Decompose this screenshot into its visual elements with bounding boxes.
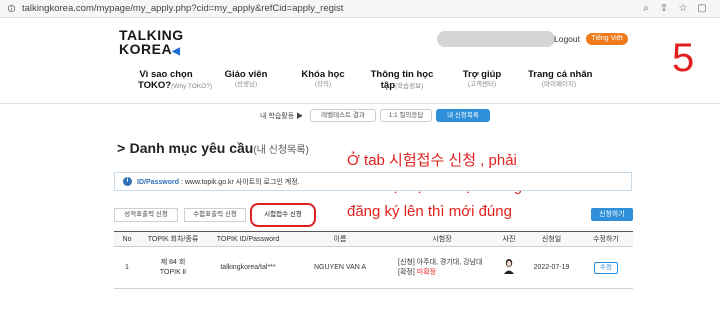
applicant-photo <box>503 257 515 274</box>
tab-score-report-request[interactable]: 성적표출력 신청 <box>114 208 178 222</box>
info-icon: i <box>123 177 132 186</box>
nav-item-sub: (Why TOKO?) <box>171 83 213 90</box>
nav-item-sub: (고객센터) <box>467 81 497 88</box>
cell-exam-site: [신청] 아주대, 경기대, 강남대 [확정] 미확정 <box>390 246 494 289</box>
nav-item-support[interactable]: Trợ giúp (고객센터) <box>460 69 504 90</box>
cell-photo <box>494 246 524 289</box>
col-header-id-password: TOPIK ID/Password <box>206 231 290 247</box>
bookmark-star-icon[interactable]: ☆ <box>677 3 689 15</box>
nav-item-my-page[interactable]: Trang cá nhân (마이페이지) <box>528 69 593 90</box>
logo-arrow-icon: ◀ <box>172 46 181 57</box>
info-icon[interactable] <box>8 4 15 13</box>
nav-item-study-info[interactable]: Thông tin học tập(학습정보) <box>370 69 434 92</box>
nav-item-label: Trợ giúp <box>462 69 502 80</box>
zoom-icon[interactable]: ⌕ <box>640 3 652 15</box>
col-header-date: 신청일 <box>524 231 579 247</box>
cell-round: 제 84 회 TOPIK Ⅱ <box>140 246 206 289</box>
tab-admission-ticket-request[interactable]: 수험표출력 신청 <box>184 208 246 222</box>
cell-id-password: talkingkorea/tal*** <box>206 246 290 289</box>
page-title-sub: (내 신청목록) <box>253 145 309 156</box>
col-header-no: No <box>114 231 140 247</box>
extension-icon[interactable]: ▢ <box>696 3 708 15</box>
annotation-line-1: Ở tab 시험접수 신청 , phải <box>347 152 517 169</box>
logo-line-2: KOREA <box>119 41 173 57</box>
page-title: > Danh mục yêu cầu(내 신청목록) <box>117 140 309 158</box>
col-header-edit: 수정하기 <box>579 231 633 247</box>
cell-name: NGUYEN VAN A <box>290 246 390 289</box>
page-title-main: Danh mục yêu cầu <box>129 140 254 156</box>
subnav-arrow-icon: ▶ <box>296 113 304 120</box>
header-divider <box>0 103 720 104</box>
nav-item-label: Trang cá nhân <box>528 69 593 80</box>
nav-item-teachers[interactable]: Giáo viên (선생님) <box>222 69 270 90</box>
nav-item-courses[interactable]: Khóa học (강의) <box>300 69 346 90</box>
application-table: No TOPIK 회차/종류 TOPIK ID/Password 이름 시험장 … <box>114 231 633 289</box>
col-header-name: 이름 <box>290 231 390 247</box>
main-nav: Vì sao chọn TOKO?(Why TOKO?) Giáo viên (… <box>0 69 720 99</box>
edit-button[interactable]: 수정 <box>594 261 618 274</box>
nav-item-label: Vì sao chọn <box>139 69 193 80</box>
share-icon[interactable]: ⇪ <box>658 3 670 15</box>
exam-site-requested: [신청] 아주대, 경기대, 강남대 <box>398 258 483 266</box>
col-header-exam-site: 시험장 <box>390 231 494 247</box>
browser-address-bar[interactable]: talkingkorea.com/mypage/my_apply.php?cid… <box>0 0 720 18</box>
subnav-qna[interactable]: 1:1 질의응답 <box>380 109 432 122</box>
user-name-blurred <box>437 31 555 47</box>
logout-link[interactable]: Logout <box>554 34 580 44</box>
round-number: 제 84 회 <box>160 258 186 266</box>
title-chevron-icon: > <box>117 140 126 156</box>
cell-edit: 수정 <box>579 246 633 289</box>
table-header-row: No TOPIK 회차/종류 TOPIK ID/Password 이름 시험장 … <box>114 231 633 247</box>
url-text[interactable]: talkingkorea.com/mypage/my_apply.php?cid… <box>22 3 343 14</box>
tab-exam-registration-request[interactable]: 시험접수 신청 <box>250 203 316 227</box>
confirm-status: 미확정 <box>416 268 437 276</box>
info-label: ID/Password <box>137 179 180 186</box>
annotation-line-3: đăng ký lên thì mới đúng <box>347 203 512 220</box>
nav-item-why-toko[interactable]: Vì sao chọn TOKO?(Why TOKO?) <box>138 69 212 92</box>
cell-no: 1 <box>114 246 140 289</box>
col-header-photo: 사진 <box>494 231 524 247</box>
topik-level: TOPIK Ⅱ <box>159 268 187 276</box>
subnav-my-applications[interactable]: 내 신청목록 <box>436 109 490 122</box>
confirm-label: [확정] <box>398 268 415 276</box>
apply-button[interactable]: 신청하기 <box>591 208 633 221</box>
nav-item-sub: (선생님) <box>234 81 258 88</box>
nav-item-label-2: TOKO? <box>138 80 172 91</box>
subnav-label-text: 내 학습활동 <box>260 113 295 120</box>
info-description: : www.topik.go.kr 사이트의 로그인 계정. <box>179 179 300 186</box>
nav-item-sub: (학습정보) <box>395 83 424 90</box>
nav-item-sub: (강의) <box>314 81 332 88</box>
site-header: TALKING KOREA◀ Logout Tiếng Việt 5 Vì sa… <box>0 18 720 105</box>
nav-item-label: Giáo viên <box>224 69 268 80</box>
cell-date: 2022-07-19 <box>524 246 579 289</box>
exam-site-confirmed: [확정] 미확정 <box>398 268 494 278</box>
subnav-label: 내 학습활동 ▶ <box>260 111 303 121</box>
logo-line-1: TALKING <box>119 27 184 43</box>
nav-item-label: Khóa học <box>301 69 345 80</box>
language-button[interactable]: Tiếng Việt <box>586 33 628 45</box>
nav-item-label-2: tập <box>380 80 395 91</box>
id-password-info-box: i ID/Password : www.topik.go.kr 사이트의 로그인… <box>114 172 632 191</box>
table-row: 1 제 84 회 TOPIK Ⅱ talkingkorea/tal*** NGU… <box>114 246 633 289</box>
nav-item-label: Thông tin học <box>370 69 434 80</box>
info-text: ID/Password : www.topik.go.kr 사이트의 로그인 계… <box>137 177 300 187</box>
talking-korea-logo[interactable]: TALKING KOREA◀ <box>119 28 184 59</box>
nav-item-sub: (마이페이지) <box>541 81 577 88</box>
col-header-round: TOPIK 회차/종류 <box>140 231 206 247</box>
subnav-level-test-results[interactable]: 레벨테스트 결과 <box>310 109 376 122</box>
